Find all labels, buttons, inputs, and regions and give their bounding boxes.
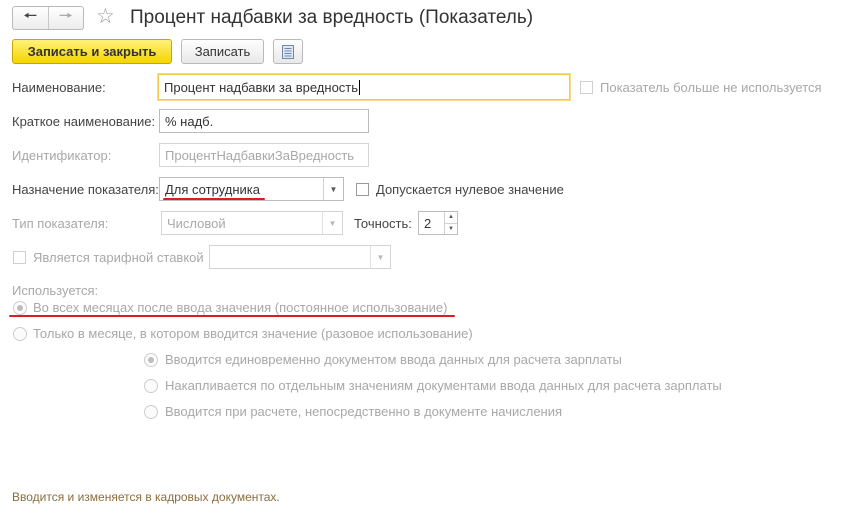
used-label: Используется: [12, 283, 99, 298]
short-name-input[interactable]: % надб. [159, 109, 369, 133]
sub-option-1-label: Вводится единовременно документом ввода … [165, 352, 622, 367]
identifier-input[interactable]: ПроцентНадбавкиЗаВредность [159, 143, 369, 167]
precision-input[interactable]: 2 ▲ ▼ [418, 211, 458, 235]
page-title: Процент надбавки за вредность (Показател… [130, 7, 534, 28]
text-cursor [359, 79, 361, 95]
type-value: Числовой [167, 215, 226, 231]
arrow-left-icon: 🠔 [23, 7, 38, 25]
unused-checkbox[interactable] [580, 81, 593, 94]
name-value: Процент надбавки за вредность [164, 79, 359, 95]
type-label: Тип показателя: [12, 216, 109, 231]
precision-stepper[interactable]: ▲ ▼ [444, 212, 457, 234]
save-button[interactable]: Записать [181, 39, 264, 64]
identifier-label: Идентификатор: [12, 148, 112, 163]
chevron-down-icon[interactable]: ▼ [370, 246, 390, 268]
arrow-right-icon: 🠖 [58, 7, 73, 25]
radio-sub-option-1[interactable] [144, 353, 158, 367]
tariff-checkbox[interactable] [13, 251, 26, 264]
navigation-buttons: 🠔 🠖 [12, 6, 84, 30]
short-name-label: Краткое наименование: [12, 114, 156, 129]
list-icon [282, 44, 294, 59]
purpose-value: Для сотрудника [165, 181, 260, 197]
tariff-select[interactable]: ▼ [209, 245, 391, 269]
name-input[interactable]: Процент надбавки за вредность [158, 74, 570, 100]
precision-value: 2 [424, 215, 432, 231]
tariff-label: Является тарифной ставкой [33, 250, 204, 265]
radio-one-month[interactable] [13, 327, 27, 341]
name-label: Наименование: [12, 80, 106, 95]
sub-option-2-label: Накапливается по отдельным значениям док… [165, 378, 722, 393]
radio-all-months[interactable] [13, 301, 27, 315]
precision-label: Точность: [354, 216, 412, 231]
save-and-close-button[interactable]: Записать и закрыть [12, 39, 172, 64]
zero-allowed-checkbox[interactable] [356, 183, 369, 196]
unused-label: Показатель больше не используется [600, 80, 822, 95]
radio-one-month-label: Только в месяце, в котором вводится знач… [33, 326, 473, 341]
radio-all-months-label: Во всех месяцах после ввода значения (по… [33, 300, 448, 315]
forward-button[interactable]: 🠖 [47, 7, 84, 29]
radio-sub-option-2[interactable] [144, 379, 158, 393]
chevron-down-icon[interactable]: ▼ [323, 178, 343, 200]
footer-note: Вводится и изменяется в кадровых докумен… [12, 490, 280, 504]
chevron-up-icon[interactable]: ▲ [445, 212, 457, 223]
sub-option-3-label: Вводится при расчете, непосредственно в … [165, 404, 563, 419]
chevron-down-icon[interactable]: ▼ [445, 222, 457, 235]
more-button[interactable] [273, 39, 303, 64]
chevron-down-icon[interactable]: ▼ [322, 212, 342, 234]
back-button[interactable]: 🠔 [13, 7, 48, 29]
radio-sub-option-3[interactable] [144, 405, 158, 419]
annotation-underline [163, 198, 265, 200]
zero-allowed-label: Допускается нулевое значение [376, 182, 564, 197]
annotation-underline [9, 315, 455, 317]
type-select[interactable]: Числовой ▼ [161, 211, 343, 235]
star-icon[interactable]: ☆ [96, 5, 115, 29]
purpose-label: Назначение показателя: [12, 182, 159, 197]
